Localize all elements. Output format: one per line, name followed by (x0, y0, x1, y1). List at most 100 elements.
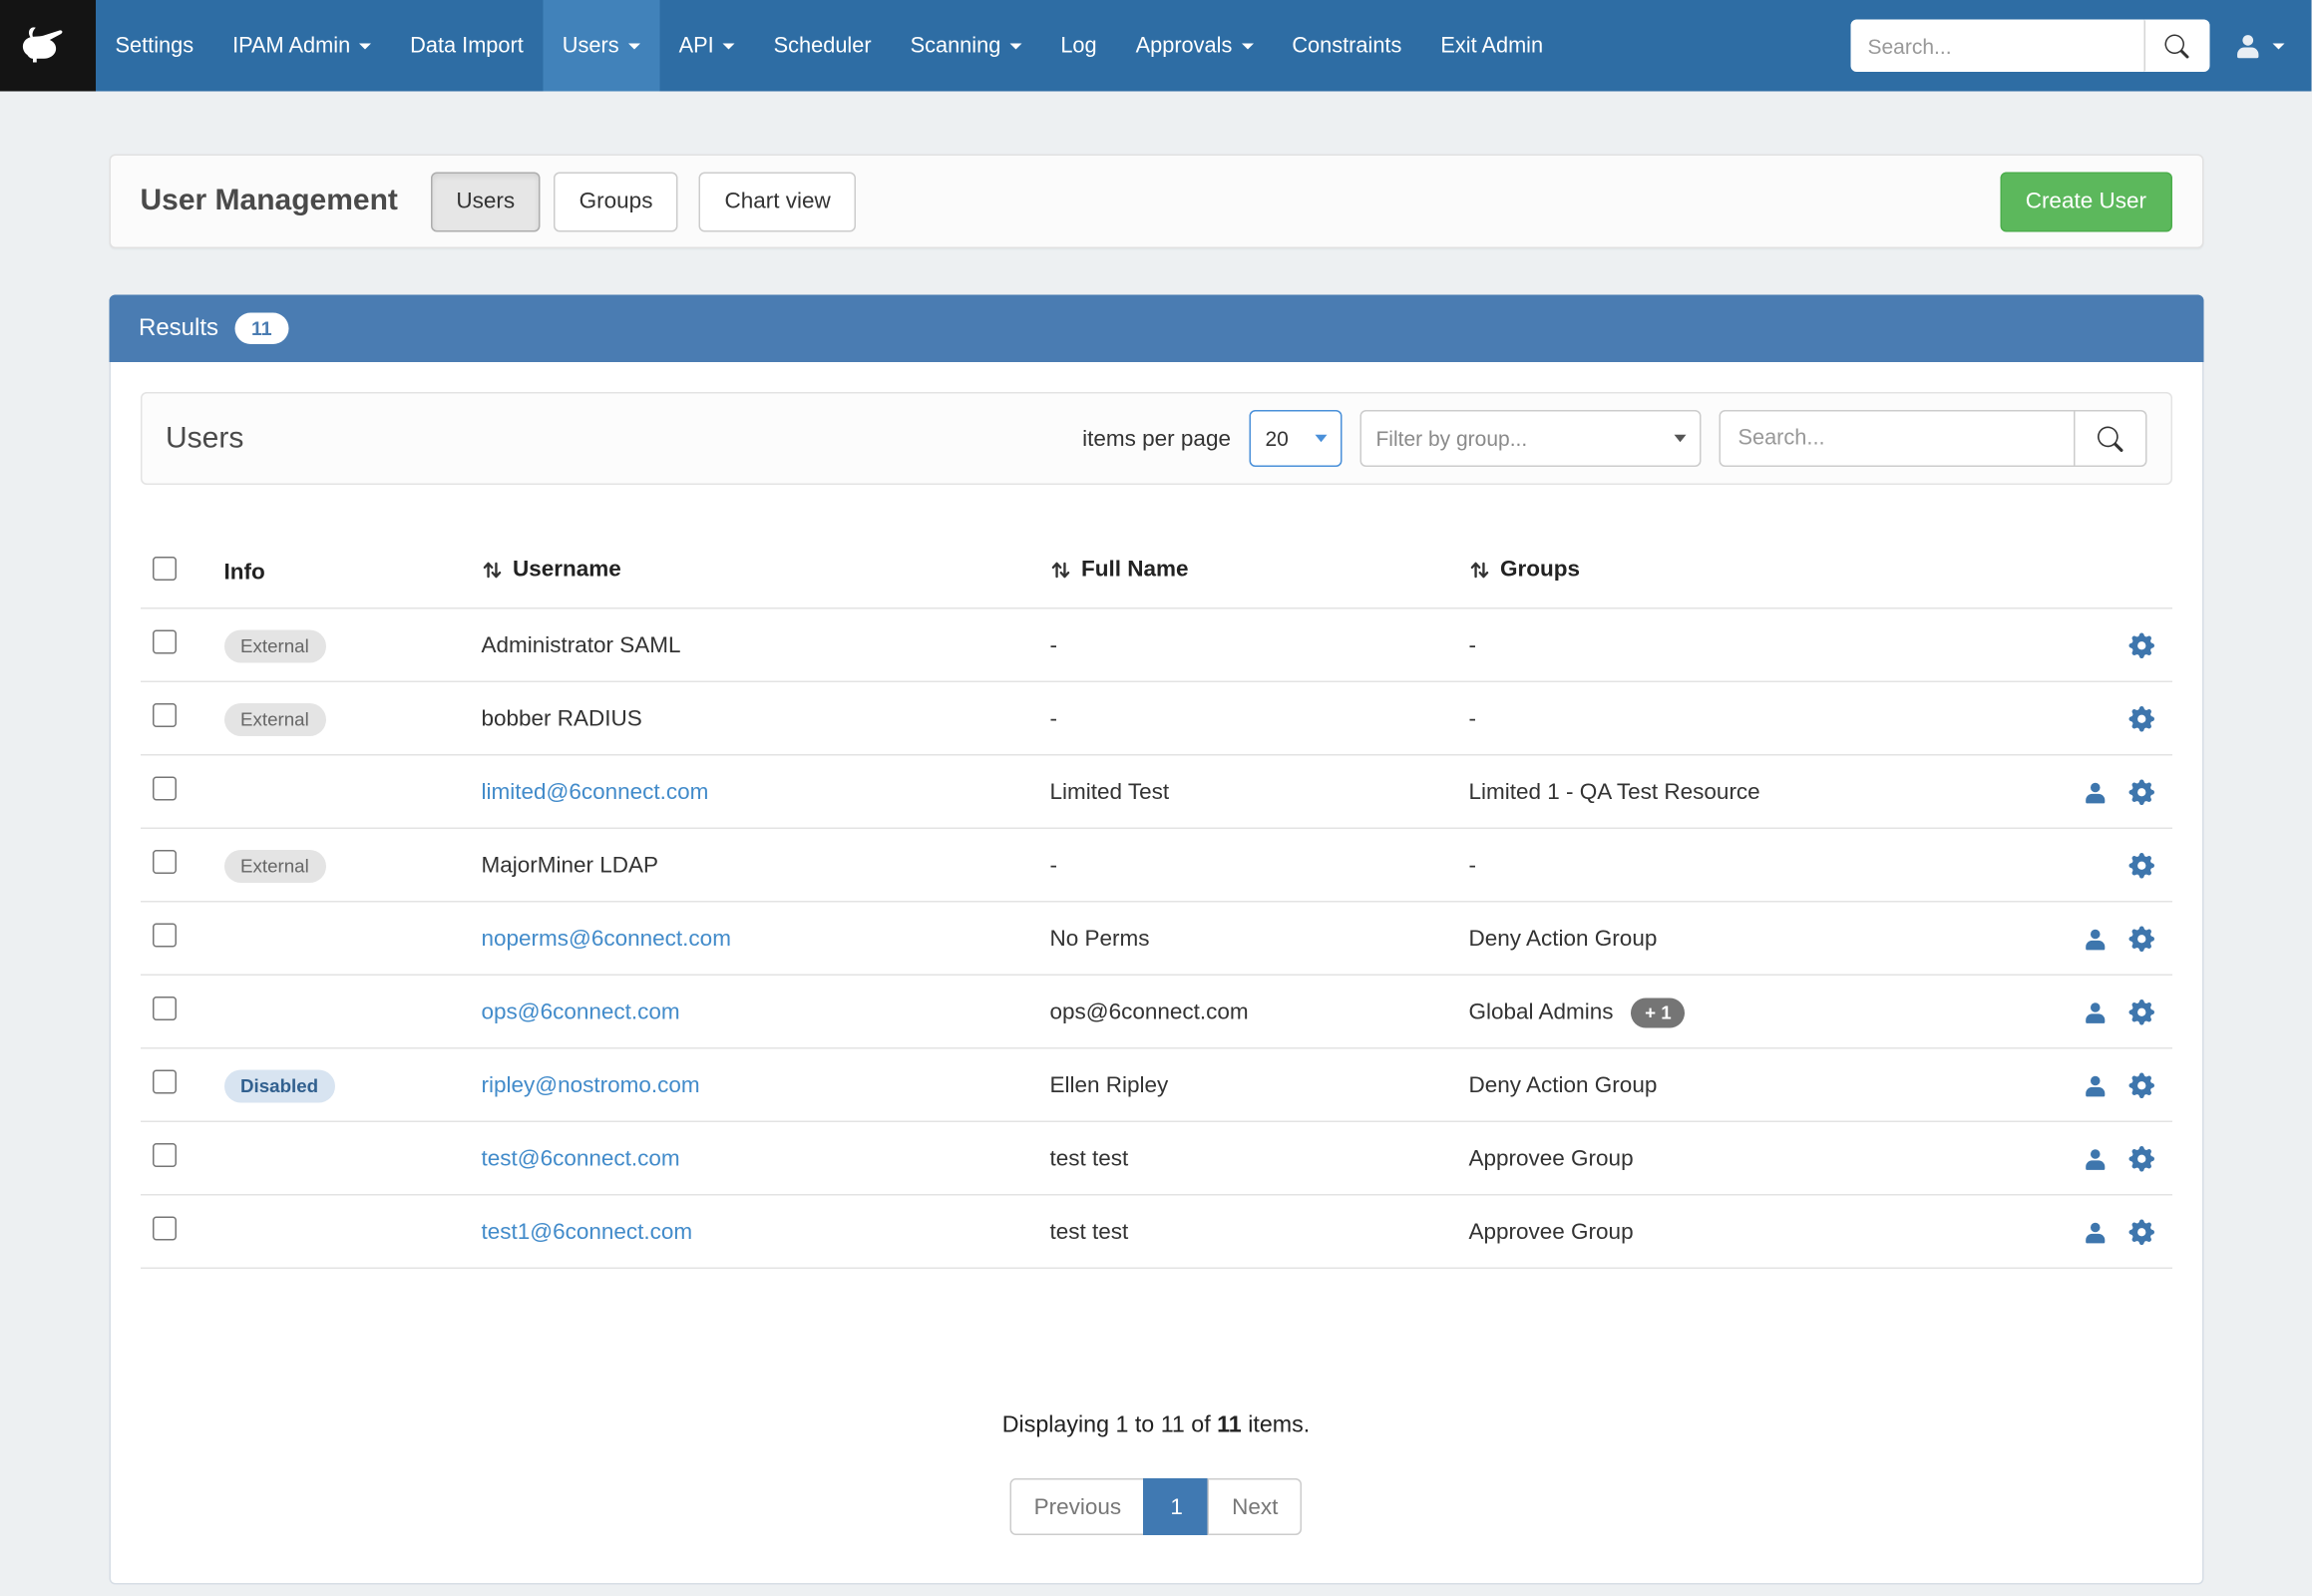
row-full-name: - (1037, 608, 1456, 682)
results-count-badge: 11 (235, 313, 289, 345)
tab-chart-view[interactable]: Chart view (699, 172, 856, 231)
row-username[interactable]: test@6connect.com (481, 1145, 679, 1171)
search-icon (2097, 426, 2122, 452)
user-menu[interactable] (2234, 32, 2285, 61)
user-permissions-icon[interactable] (2082, 926, 2108, 952)
column-header-username[interactable]: Username (469, 536, 1037, 608)
page-header-panel: User Management Users Groups Chart view … (109, 155, 2203, 249)
column-header-full-name[interactable]: Full Name (1037, 536, 1456, 608)
table-header-row: Info Username Full Name (140, 536, 2171, 608)
row-checkbox[interactable] (152, 924, 176, 948)
nav-item-settings[interactable]: Settings (96, 0, 213, 92)
chevron-down-icon (628, 43, 640, 49)
next-page-button[interactable]: Next (1208, 1478, 1302, 1535)
items-per-page-select[interactable]: 20 (1249, 410, 1342, 467)
top-navbar: Settings IPAM Admin Data Import Users AP… (0, 0, 2312, 92)
pagination: Previous 1 Next (140, 1478, 2171, 1535)
row-checkbox[interactable] (152, 1070, 176, 1094)
row-username[interactable]: test1@6connect.com (481, 1219, 692, 1245)
nav-item-data-import[interactable]: Data Import (391, 0, 544, 92)
gear-icon[interactable] (2128, 926, 2154, 952)
nav-item-scheduler[interactable]: Scheduler (754, 0, 891, 92)
nav-right (1851, 0, 2312, 92)
user-permissions-icon[interactable] (2082, 998, 2108, 1024)
nav-item-exit-admin[interactable]: Exit Admin (1421, 0, 1563, 92)
gear-icon[interactable] (2128, 1145, 2154, 1171)
results-header: Results 11 (109, 295, 2203, 363)
users-table: Info Username Full Name (140, 536, 2171, 1269)
row-username[interactable]: noperms@6connect.com (481, 926, 730, 952)
users-heading: Users (166, 421, 243, 456)
group-filter-select[interactable]: Filter by group... (1359, 410, 1701, 467)
nav-item-users[interactable]: Users (543, 0, 659, 92)
select-all-checkbox[interactable] (152, 557, 176, 581)
nav-item-log[interactable]: Log (1041, 0, 1116, 92)
items-per-page-label: items per page (1082, 426, 1231, 452)
user-permissions-icon[interactable] (2082, 779, 2108, 805)
nav-item-ipam-admin[interactable]: IPAM Admin (213, 0, 391, 92)
row-checkbox[interactable] (152, 703, 176, 727)
tab-groups[interactable]: Groups (554, 172, 678, 231)
row-checkbox[interactable] (152, 777, 176, 801)
table-search-input[interactable] (1719, 410, 2075, 467)
row-groups: Deny Action Group (1468, 926, 1657, 952)
chevron-down-icon (723, 43, 735, 49)
user-permissions-icon[interactable] (2082, 1145, 2108, 1171)
row-groups: Approvee Group (1468, 1145, 1633, 1171)
nav-search-button[interactable] (2144, 20, 2210, 73)
gear-icon[interactable] (2128, 1219, 2154, 1245)
chevron-down-icon (1241, 43, 1253, 49)
row-groups: Approvee Group (1468, 1219, 1633, 1245)
gear-icon[interactable] (2128, 852, 2154, 878)
column-header-info: Info (211, 536, 469, 608)
row-full-name: - (1037, 681, 1456, 755)
row-username[interactable]: ops@6connect.com (481, 998, 679, 1024)
gear-icon[interactable] (2128, 705, 2154, 731)
create-user-button[interactable]: Create User (2000, 172, 2171, 231)
row-checkbox[interactable] (152, 997, 176, 1020)
nav-item-constraints[interactable]: Constraints (1273, 0, 1421, 92)
tab-users[interactable]: Users (431, 172, 541, 231)
gear-icon[interactable] (2128, 779, 2154, 805)
row-checkbox[interactable] (152, 630, 176, 654)
row-username: Administrator SAML (481, 632, 680, 658)
row-info-badge: External (223, 629, 325, 662)
table-search-button[interactable] (2075, 410, 2146, 467)
nav-item-api[interactable]: API (659, 0, 754, 92)
users-toolbar: Users items per page 20 Filter by group.… (140, 392, 2171, 485)
table-row: External Administrator SAML - - (140, 608, 2171, 682)
row-full-name: test test (1037, 1121, 1456, 1195)
row-checkbox[interactable] (152, 850, 176, 874)
nav-search (1851, 20, 2210, 73)
gear-icon[interactable] (2128, 1072, 2154, 1098)
row-groups-extra-badge: + 1 (1632, 998, 1686, 1027)
row-checkbox[interactable] (152, 1143, 176, 1167)
gear-icon[interactable] (2128, 998, 2154, 1024)
gear-icon[interactable] (2128, 632, 2154, 658)
row-full-name: No Perms (1037, 902, 1456, 976)
row-groups: Global Admins (1468, 998, 1613, 1024)
user-avatar-icon (2234, 32, 2263, 61)
sort-icon (1468, 560, 1489, 581)
nav-search-input[interactable] (1851, 20, 2144, 73)
page-1-button[interactable]: 1 (1144, 1478, 1210, 1535)
row-full-name: ops@6connect.com (1037, 975, 1456, 1048)
user-permissions-icon[interactable] (2082, 1072, 2108, 1098)
nav-menu: Settings IPAM Admin Data Import Users AP… (96, 0, 1563, 92)
app-logo[interactable] (0, 0, 96, 92)
chevron-down-icon (359, 43, 371, 49)
row-username[interactable]: ripley@nostromo.com (481, 1072, 699, 1098)
row-groups: - (1468, 632, 1476, 658)
nav-item-scanning[interactable]: Scanning (891, 0, 1041, 92)
column-header-groups[interactable]: Groups (1456, 536, 2007, 608)
nav-item-approvals[interactable]: Approvals (1116, 0, 1273, 92)
table-row: noperms@6connect.com No Perms Deny Actio… (140, 902, 2171, 976)
row-full-name: - (1037, 828, 1456, 902)
row-checkbox[interactable] (152, 1217, 176, 1241)
pagination-summary: Displaying 1 to 11 of 11 items. (140, 1412, 2171, 1439)
user-permissions-icon[interactable] (2082, 1219, 2108, 1245)
previous-page-button[interactable]: Previous (1010, 1478, 1146, 1535)
results-panel: Results 11 Users items per page 20 (109, 295, 2203, 1585)
row-username[interactable]: limited@6connect.com (481, 779, 708, 805)
sort-icon (481, 560, 502, 581)
